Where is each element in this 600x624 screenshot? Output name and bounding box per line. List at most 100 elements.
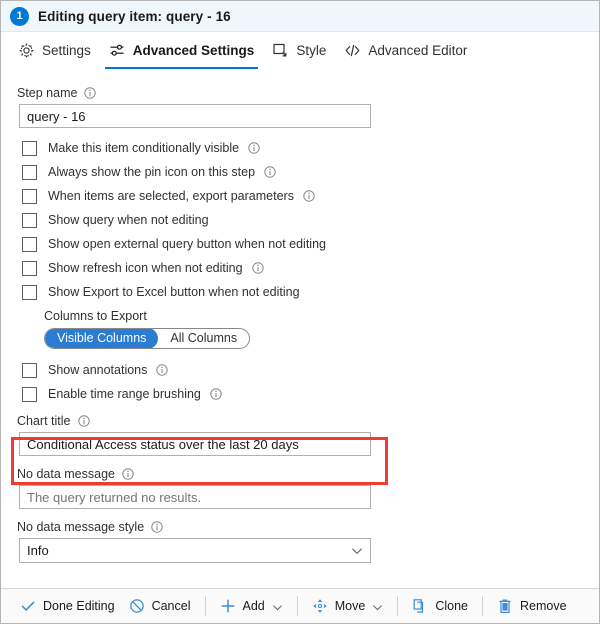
checkbox-label: Show annotations xyxy=(48,363,148,377)
checkbox-show-annotations[interactable] xyxy=(22,362,37,378)
tab-advanced-editor[interactable]: Advanced Editor xyxy=(335,32,476,69)
chart-title-label: Chart title xyxy=(17,414,71,428)
checkbox-always-show-pin[interactable] xyxy=(22,164,37,180)
checkbox-label: Always show the pin icon on this step xyxy=(48,165,256,179)
tab-advanced-editor-label: Advanced Editor xyxy=(368,43,468,58)
columns-to-export-toggle[interactable]: Visible Columns All Columns xyxy=(44,328,251,349)
info-icon[interactable] xyxy=(210,388,222,400)
checkbox-row-open-external-query[interactable]: Show open external query button when not… xyxy=(22,232,599,256)
no-data-message-input[interactable] xyxy=(19,485,371,509)
step-name-label: Step name xyxy=(17,86,78,100)
info-icon[interactable] xyxy=(264,166,276,178)
remove-button[interactable]: Remove xyxy=(490,594,574,618)
advanced-settings-form: Step name Make this item conditionally v… xyxy=(1,85,599,563)
info-icon[interactable] xyxy=(248,142,260,154)
panel-header: 1 Editing query item: query - 16 xyxy=(1,1,599,32)
checkbox-row-export-to-excel[interactable]: Show Export to Excel button when not edi… xyxy=(22,280,599,304)
checkbox-export-parameters[interactable] xyxy=(22,188,37,204)
no-data-message-style-value: Info xyxy=(27,543,49,558)
checkbox-show-refresh-icon[interactable] xyxy=(22,260,37,276)
chart-title-label-row: Chart title xyxy=(17,413,599,429)
checkbox-label: Show refresh icon when not editing xyxy=(48,261,243,275)
chevron-down-icon xyxy=(351,545,363,557)
checkbox-row-time-range-brushing[interactable]: Enable time range brushing xyxy=(22,382,599,406)
pill-visible-columns[interactable]: Visible Columns xyxy=(45,329,159,348)
checkbox-row-export-parameters[interactable]: When items are selected, export paramete… xyxy=(22,184,599,208)
checkbox-label: When items are selected, export paramete… xyxy=(48,189,294,203)
info-icon[interactable] xyxy=(122,468,134,480)
tab-bar: Settings Advanced Settings Style Advance… xyxy=(1,32,599,69)
tab-advanced-settings[interactable]: Advanced Settings xyxy=(100,32,264,69)
checkbox-row-always-show-pin[interactable]: Always show the pin icon on this step xyxy=(22,160,599,184)
remove-label: Remove xyxy=(520,599,567,613)
info-icon[interactable] xyxy=(303,190,315,202)
info-icon[interactable] xyxy=(251,262,264,274)
tab-style[interactable]: Style xyxy=(263,32,335,69)
trash-icon xyxy=(497,598,513,614)
toolbar-separator xyxy=(397,596,399,616)
move-arrows-icon xyxy=(312,598,328,614)
toolbar-separator xyxy=(296,596,298,616)
add-button[interactable]: Add xyxy=(213,594,290,618)
checkbox-show-query[interactable] xyxy=(22,212,37,228)
toolbar-separator xyxy=(204,596,206,616)
no-data-message-label-row: No data message xyxy=(17,466,599,482)
no-data-message-style-dropdown[interactable]: Info xyxy=(19,538,371,563)
chevron-down-icon[interactable] xyxy=(372,601,383,612)
cancel-label: Cancel xyxy=(151,599,191,613)
checkbox-time-range-brushing[interactable] xyxy=(22,386,37,402)
checkbox-row-conditionally-visible[interactable]: Make this item conditionally visible xyxy=(22,136,599,160)
step-name-label-row: Step name xyxy=(17,85,599,101)
checkmark-icon xyxy=(20,598,36,614)
tab-style-label: Style xyxy=(296,43,327,58)
add-label: Add xyxy=(242,599,265,613)
checkbox-label: Show query when not editing xyxy=(48,213,209,227)
chevron-down-icon[interactable] xyxy=(272,601,283,612)
cancel-button[interactable]: Cancel xyxy=(122,594,198,618)
block-icon xyxy=(129,598,145,614)
done-editing-label: Done Editing xyxy=(43,599,115,613)
checkbox-label: Show Export to Excel button when not edi… xyxy=(48,285,300,299)
checkbox-open-external-query[interactable] xyxy=(22,236,37,252)
clone-label: Clone xyxy=(435,599,468,613)
checkbox-row-show-refresh-icon[interactable]: Show refresh icon when not editing xyxy=(22,256,599,280)
done-editing-button[interactable]: Done Editing xyxy=(13,594,122,618)
page-title: Editing query item: query - 16 xyxy=(38,8,231,24)
checkbox-group-primary: Make this item conditionally visible Alw… xyxy=(1,136,599,304)
style-square-icon xyxy=(272,42,289,59)
plus-icon xyxy=(220,598,236,614)
no-data-message-style-label: No data message style xyxy=(17,520,145,534)
editing-query-item-panel: 1 Editing query item: query - 16 Setting… xyxy=(0,0,600,624)
clone-button[interactable]: Clone xyxy=(405,594,475,618)
move-label: Move xyxy=(334,599,366,613)
checkbox-conditionally-visible[interactable] xyxy=(22,140,37,156)
checkbox-label: Enable time range brushing xyxy=(48,387,201,401)
checkbox-label: Show open external query button when not… xyxy=(48,237,326,251)
info-icon[interactable] xyxy=(156,364,169,376)
pill-all-columns[interactable]: All Columns xyxy=(158,329,249,348)
info-icon[interactable] xyxy=(77,415,90,427)
checkbox-row-show-query[interactable]: Show query when not editing xyxy=(22,208,599,232)
sliders-icon xyxy=(109,42,126,59)
bottom-toolbar: Done Editing Cancel Add Move Clone Remov… xyxy=(1,588,599,623)
step-number-badge: 1 xyxy=(10,6,29,26)
checkbox-label: Make this item conditionally visible xyxy=(48,141,240,155)
no-data-message-style-label-row: No data message style xyxy=(17,519,599,535)
toolbar-separator xyxy=(482,596,483,616)
info-icon[interactable] xyxy=(151,521,163,533)
tab-settings[interactable]: Settings xyxy=(9,32,100,69)
tab-settings-label: Settings xyxy=(42,43,91,58)
info-icon[interactable] xyxy=(84,87,97,99)
checkbox-row-show-annotations[interactable]: Show annotations xyxy=(22,358,599,382)
gear-icon xyxy=(18,42,35,59)
tab-advanced-settings-label: Advanced Settings xyxy=(132,43,255,58)
checkbox-export-to-excel[interactable] xyxy=(22,284,37,300)
chart-title-input[interactable] xyxy=(19,432,371,456)
no-data-message-label: No data message xyxy=(17,467,115,481)
step-name-input[interactable] xyxy=(19,104,371,128)
move-button[interactable]: Move xyxy=(305,594,391,618)
columns-to-export-label: Columns to Export xyxy=(44,309,147,323)
checkbox-group-secondary: Show annotations Enable time range brush… xyxy=(1,358,599,406)
copy-icon xyxy=(412,598,428,614)
code-brackets-icon xyxy=(344,42,361,59)
